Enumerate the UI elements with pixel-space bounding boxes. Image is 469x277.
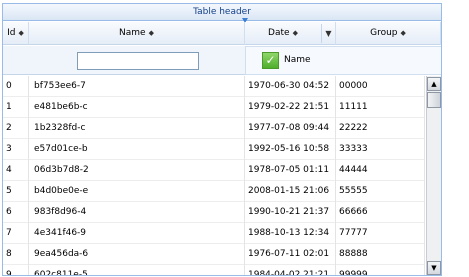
cell-name: 983f8d96-4 [29,202,245,223]
cell-group: 66666 [336,202,425,223]
cell-date: 1970-06-30 04:52 [245,76,336,97]
cell-group: 00000 [336,76,425,97]
cell-id: 6 [3,202,29,223]
table-header: Table header [3,4,441,21]
table-row[interactable]: 2 1b2328fd-c 1977-07-08 09:44 22222 [3,118,425,139]
column-header-name[interactable]: Name ◆ [29,22,245,45]
cell-date: 1992-05-16 10:58 [245,139,336,160]
name-filter-input[interactable] [77,52,199,70]
column-header-id[interactable]: Id ◆ [3,22,29,45]
cell-date: 1990-10-21 21:37 [245,202,336,223]
cell-date: 1976-07-11 02:01 [245,244,336,265]
vertical-scrollbar[interactable]: ▲ ▼ [426,76,441,275]
cell-date: 1977-07-08 09:44 [245,118,336,139]
cell-id: 2 [3,118,29,139]
table-row[interactable]: 9 602c811e-5 1984-04-02 21:21 99999 [3,265,425,275]
cell-name: e57d01ce-b [29,139,245,160]
cell-name: b4d0be0e-e [29,181,245,202]
column-headers: Id ◆ Name ◆ Date ◆ ▼ Group ◆ [3,22,441,45]
column-header-label: Id [7,28,16,38]
sort-icon: ◆ [18,29,24,37]
cell-name: 06d3b7d8-2 [29,160,245,181]
sort-icon: ◆ [148,29,154,37]
table-row[interactable]: 8 9ea456da-6 1976-07-11 02:01 88888 [3,244,425,265]
scroll-down-icon[interactable]: ▼ [427,261,441,275]
column-header-label: Date [268,28,290,38]
cell-id: 8 [3,244,29,265]
table-row[interactable]: 5 b4d0be0e-e 2008-01-15 21:06 55555 [3,181,425,202]
cell-date: 1979-02-22 21:51 [245,97,336,118]
cell-id: 9 [3,265,29,275]
scrollbar-thumb[interactable] [427,92,441,108]
table-row[interactable]: 1 e481be6b-c 1979-02-22 21:51 11111 [3,97,425,118]
cell-group: 88888 [336,244,425,265]
cell-id: 7 [3,223,29,244]
cell-group: 55555 [336,181,425,202]
scroll-up-icon[interactable]: ▲ [427,77,441,91]
cell-name: 602c811e-5 [29,265,245,275]
cell-name: e481be6b-c [29,97,245,118]
table-row[interactable]: 7 4e341f46-9 1988-10-13 12:34 77777 [3,223,425,244]
cell-name: bf753ee6-7 [29,76,245,97]
cell-group: 22222 [336,118,425,139]
cell-group: 99999 [336,265,425,275]
table-row[interactable]: 6 983f8d96-4 1990-10-21 21:37 66666 [3,202,425,223]
table-row[interactable]: 0 bf753ee6-7 1970-06-30 04:52 00000 [3,76,425,97]
cell-id: 4 [3,160,29,181]
cell-date: 1978-07-05 01:11 [245,160,336,181]
checkbox-checked-icon[interactable]: ✓ [262,52,279,69]
grid-body: 0 bf753ee6-7 1970-06-30 04:52 00000 1 e4… [3,76,425,275]
cell-date: 1988-10-13 12:34 [245,223,336,244]
cell-name: 4e341f46-9 [29,223,245,244]
column-visibility-menu: ✓ Name [245,46,441,75]
table-row[interactable]: 3 e57d01ce-b 1992-05-16 10:58 33333 [3,139,425,160]
cell-id: 1 [3,97,29,118]
column-header-label: Name [119,28,146,38]
cell-group: 77777 [336,223,425,244]
column-header-group[interactable]: Group ◆ [336,22,441,45]
cell-id: 3 [3,139,29,160]
cell-id: 5 [3,181,29,202]
cell-group: 11111 [336,97,425,118]
cell-name: 9ea456da-6 [29,244,245,265]
cell-date: 1984-04-02 21:21 [245,265,336,275]
cell-group: 44444 [336,160,425,181]
sort-icon: ◆ [292,29,298,37]
cell-date: 2008-01-15 21:06 [245,181,336,202]
sort-icon: ◆ [400,29,406,37]
table-row[interactable]: 4 06d3b7d8-2 1978-07-05 01:11 44444 [3,160,425,181]
menu-item-name-label[interactable]: Name [284,47,311,74]
column-menu-dropdown-icon[interactable]: ▼ [321,24,335,43]
data-grid: Table header Id ◆ Name ◆ Date ◆ ▼ Group ◆ ✓ … [2,3,442,276]
cell-group: 33333 [336,139,425,160]
cell-name: 1b2328fd-c [29,118,245,139]
column-header-date[interactable]: Date ◆ ▼ [245,22,336,45]
column-header-label: Group [370,28,398,38]
cell-id: 0 [3,76,29,97]
